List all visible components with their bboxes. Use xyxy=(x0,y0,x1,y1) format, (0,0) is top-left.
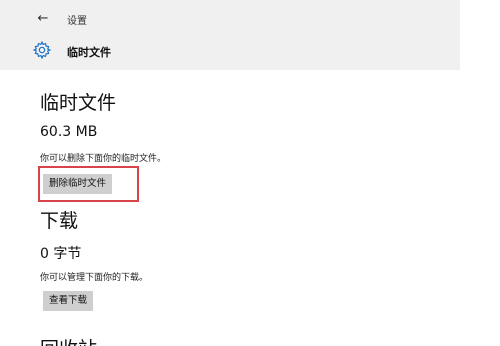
downloads-size: 0 字节 xyxy=(40,246,82,262)
view-downloads-button[interactable]: 查看下载 xyxy=(43,291,94,311)
back-arrow-icon: ← xyxy=(37,11,49,26)
page-title: 临时文件 xyxy=(67,46,111,59)
downloads-description: 你可以管理下面你的下载。 xyxy=(40,273,149,283)
temp-files-description: 你可以删除下面你的临时文件。 xyxy=(40,154,167,164)
highlight-box xyxy=(38,166,139,202)
gear-icon xyxy=(32,40,52,60)
header-bar: ← 设置 临时文件 xyxy=(0,0,460,70)
right-margin xyxy=(460,0,500,346)
back-button[interactable]: ← xyxy=(34,10,52,28)
temp-files-heading: 临时文件 xyxy=(40,92,117,114)
recycle-bin-heading: 回收站 xyxy=(40,334,97,346)
temp-files-size: 60.3 MB xyxy=(40,124,98,140)
settings-window: ← 设置 临时文件 临时文件 60.3 MB 你可以删除下面你的临时文件。 删除… xyxy=(0,0,500,346)
downloads-heading: 下载 xyxy=(40,210,79,232)
app-title: 设置 xyxy=(67,16,87,27)
